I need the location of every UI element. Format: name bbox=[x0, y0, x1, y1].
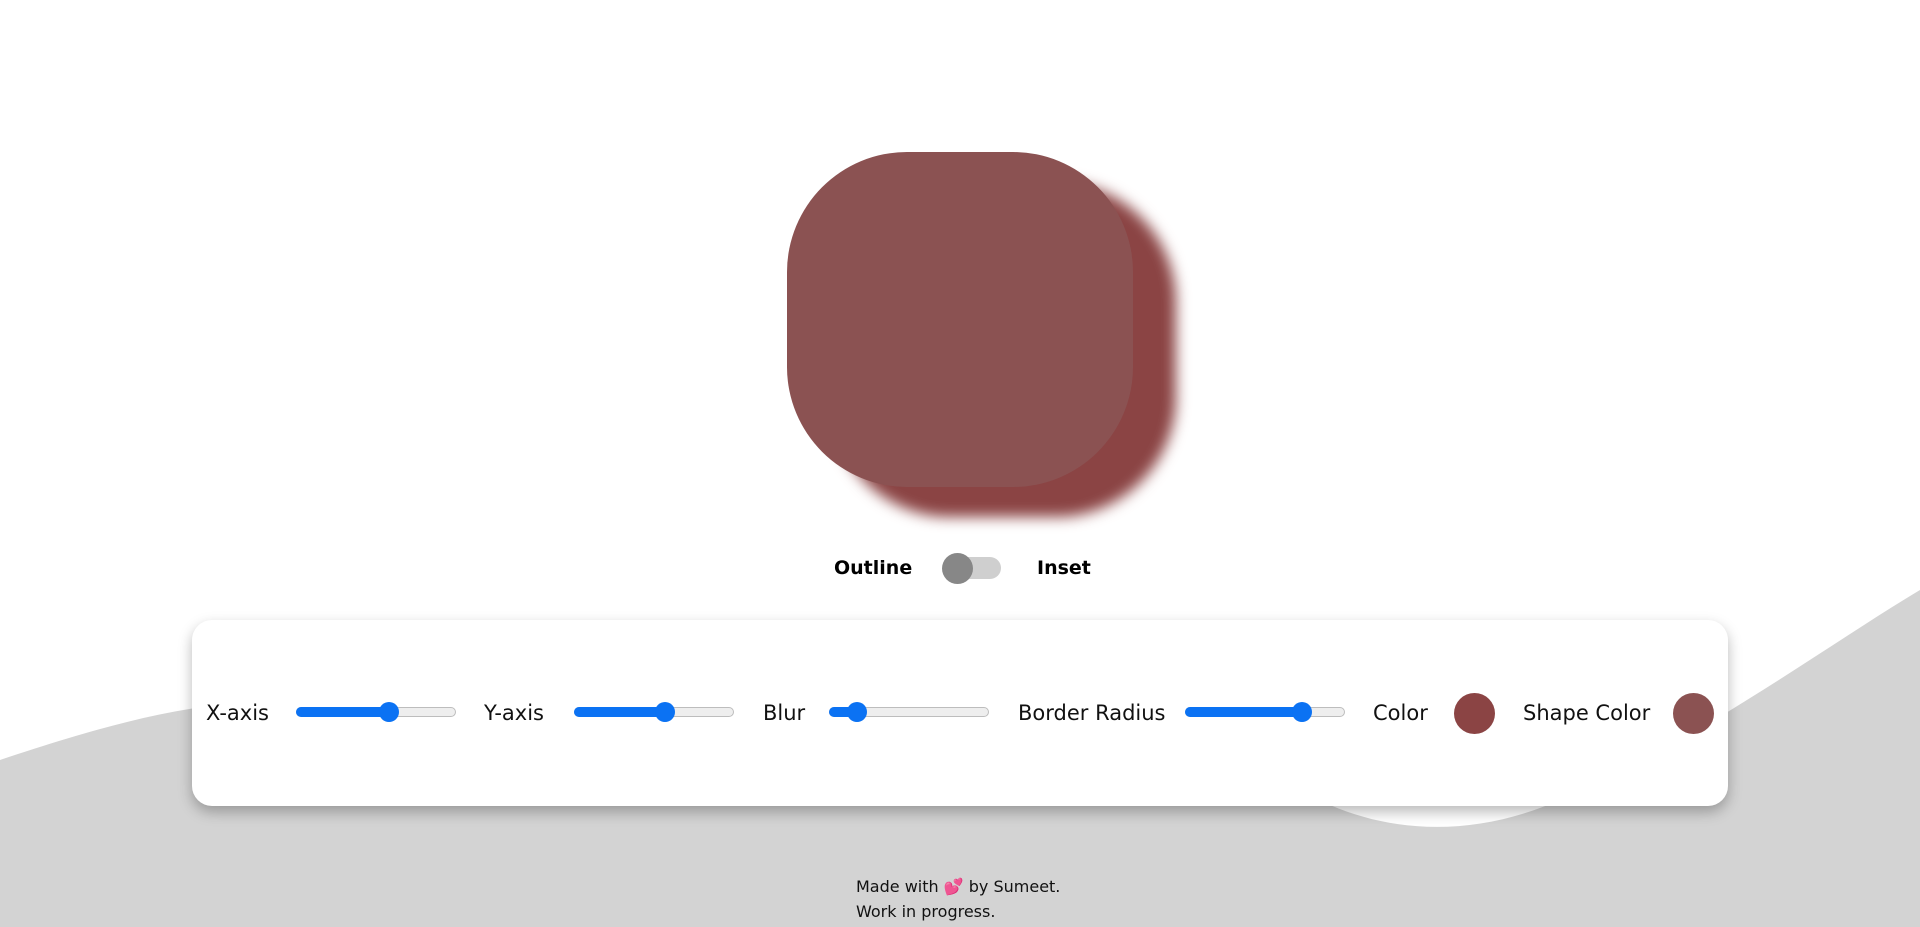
y-axis-label: Y-axis bbox=[484, 701, 544, 725]
heart-icon: 💕 bbox=[943, 877, 964, 896]
color-label: Color bbox=[1373, 701, 1428, 725]
outline-label: Outline bbox=[834, 557, 913, 579]
footer-credit-line: Made with 💕 by Sumeet. bbox=[856, 874, 1060, 899]
footer-made-with: Made with bbox=[856, 877, 939, 896]
blur-slider[interactable] bbox=[829, 702, 989, 722]
blur-label: Blur bbox=[763, 701, 806, 725]
y-axis-slider-thumb[interactable] bbox=[655, 702, 675, 722]
blur-slider-thumb[interactable] bbox=[847, 702, 867, 722]
shape-color-picker[interactable] bbox=[1673, 693, 1714, 734]
footer-status-line: Work in progress. bbox=[856, 902, 996, 921]
x-axis-slider-fill bbox=[296, 707, 388, 717]
toggle-knob[interactable] bbox=[942, 553, 973, 584]
y-axis-slider[interactable] bbox=[574, 702, 734, 722]
shadow-color-picker[interactable] bbox=[1454, 693, 1495, 734]
footer-author: by Sumeet. bbox=[968, 877, 1061, 896]
x-axis-label: X-axis bbox=[206, 701, 269, 725]
controls-panel: X-axis Y-axis Blur Border Radius Color S… bbox=[192, 620, 1728, 806]
border-radius-slider[interactable] bbox=[1185, 702, 1345, 722]
mode-toggle-row: Outline Inset bbox=[0, 552, 1920, 584]
shape-color-label: Shape Color bbox=[1523, 701, 1651, 725]
shadow-preview-shape bbox=[787, 152, 1133, 487]
app-stage: Outline Inset X-axis Y-axis Blur Border … bbox=[0, 0, 1920, 927]
border-radius-slider-fill bbox=[1185, 707, 1301, 717]
inset-label: Inset bbox=[1037, 557, 1091, 579]
outline-inset-toggle[interactable] bbox=[942, 553, 1001, 584]
border-radius-label: Border Radius bbox=[1018, 701, 1166, 725]
x-axis-slider[interactable] bbox=[296, 702, 456, 722]
footer: Made with 💕 by Sumeet. Work in progress. bbox=[856, 874, 1060, 924]
x-axis-slider-thumb[interactable] bbox=[379, 702, 399, 722]
border-radius-slider-thumb[interactable] bbox=[1292, 702, 1312, 722]
y-axis-slider-fill bbox=[574, 707, 664, 717]
